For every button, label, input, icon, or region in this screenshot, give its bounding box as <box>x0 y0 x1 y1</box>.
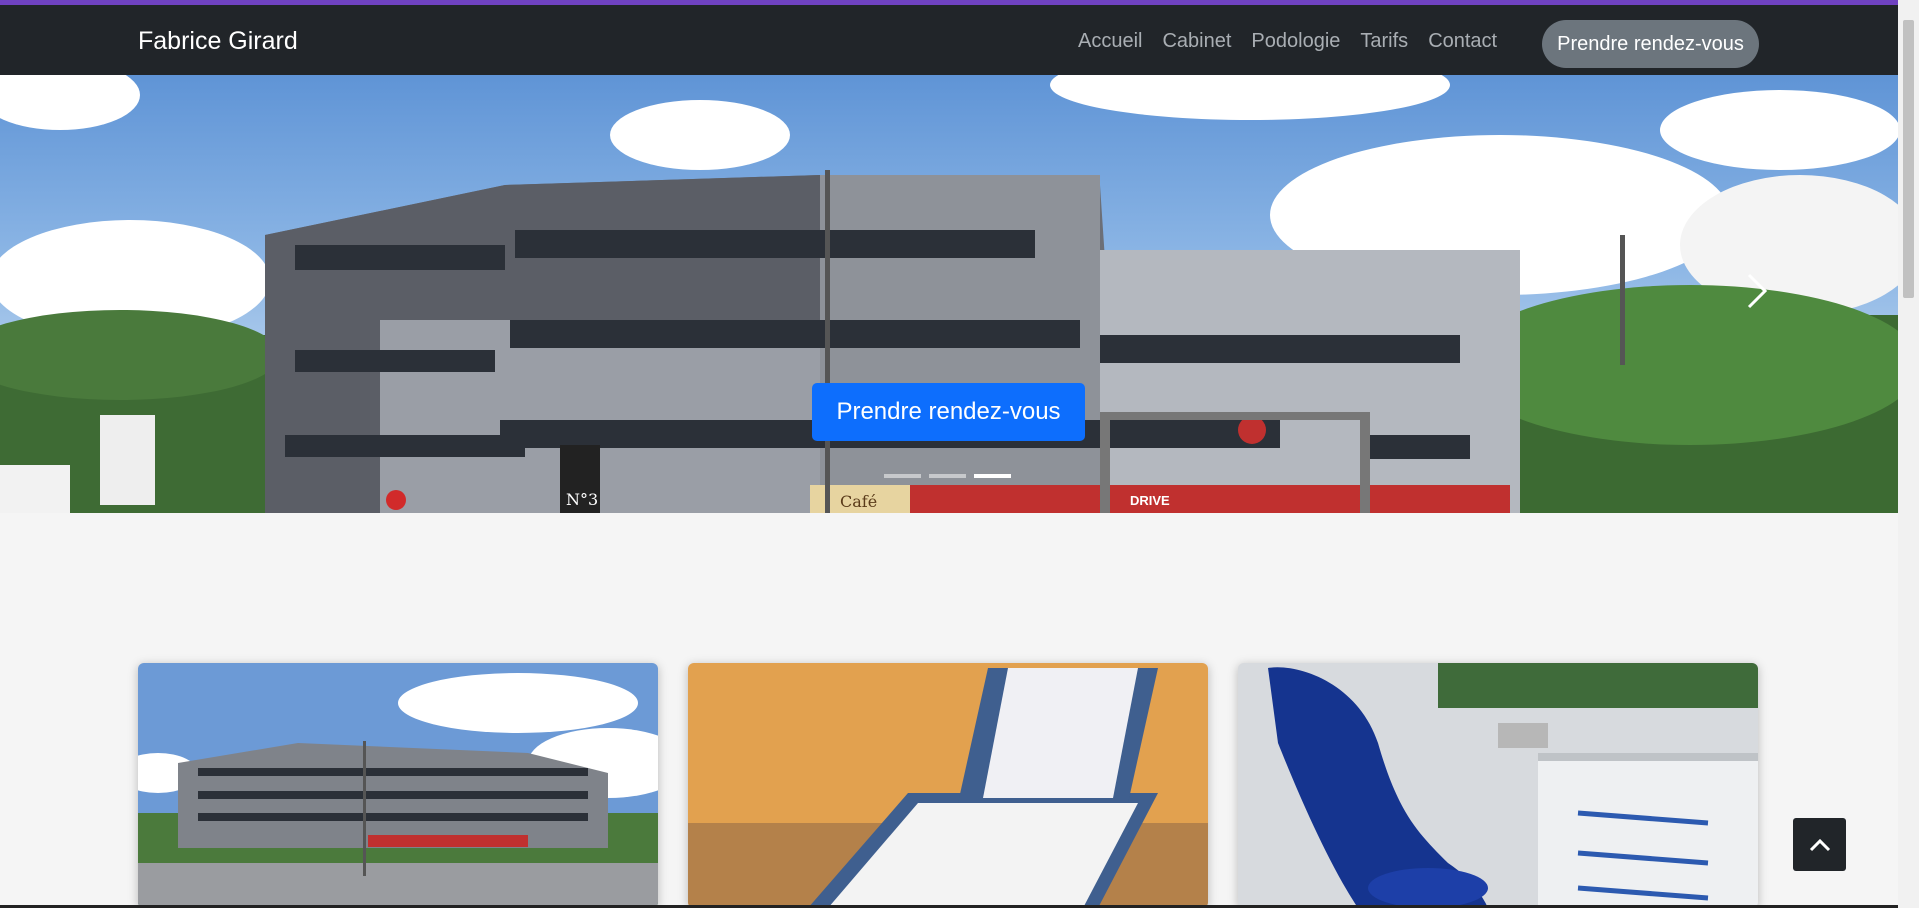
chevron-left-icon[interactable] <box>140 271 164 311</box>
svg-text:DRIVE: DRIVE <box>1130 493 1170 508</box>
podiatry-chair-image <box>1238 663 1758 908</box>
brand-logo-text[interactable]: Fabrice Girard <box>138 27 298 56</box>
cabinet-photo-cards <box>138 663 1759 908</box>
scrollbar-thumb[interactable] <box>1903 20 1914 298</box>
carousel-indicator-1[interactable] <box>884 474 921 478</box>
treatment-table-image <box>688 663 1208 908</box>
carousel-indicators <box>884 474 1011 478</box>
vertical-scrollbar[interactable] <box>1898 0 1919 908</box>
nav-link-cabinet[interactable]: Cabinet <box>1162 30 1231 53</box>
card-treatment-room[interactable] <box>688 663 1208 908</box>
appointment-button[interactable]: Prendre rendez-vous <box>1542 20 1759 68</box>
nav-link-podologie[interactable]: Podologie <box>1251 30 1340 53</box>
carousel-indicator-3[interactable] <box>974 474 1011 478</box>
nav-link-contact[interactable]: Contact <box>1428 30 1497 53</box>
card-building-exterior[interactable] <box>138 663 658 908</box>
card-podiatry-chair[interactable] <box>1238 663 1758 908</box>
carousel-slide-image: Café DRIVE N°3 <box>0 75 1898 513</box>
nav-link-accueil[interactable]: Accueil <box>1078 30 1142 53</box>
hero-carousel: Café DRIVE N°3 Prendre rendez-vous <box>0 75 1898 513</box>
chevron-up-icon <box>1809 838 1830 851</box>
carousel-indicator-2[interactable] <box>929 474 966 478</box>
chevron-right-icon[interactable] <box>1745 271 1769 311</box>
carousel-appointment-button[interactable]: Prendre rendez-vous <box>812 383 1085 441</box>
back-to-top-button[interactable] <box>1793 818 1846 871</box>
shop-cafe-sign: Café <box>840 492 877 511</box>
nav-link-tarifs[interactable]: Tarifs <box>1360 30 1408 53</box>
nav-menu: Accueil Cabinet Podologie Tarifs Contact <box>1078 30 1497 53</box>
building-number-sign: N°3 <box>566 490 598 509</box>
building-exterior-image <box>138 663 658 908</box>
navbar: Fabrice Girard Accueil Cabinet Podologie… <box>0 5 1898 75</box>
